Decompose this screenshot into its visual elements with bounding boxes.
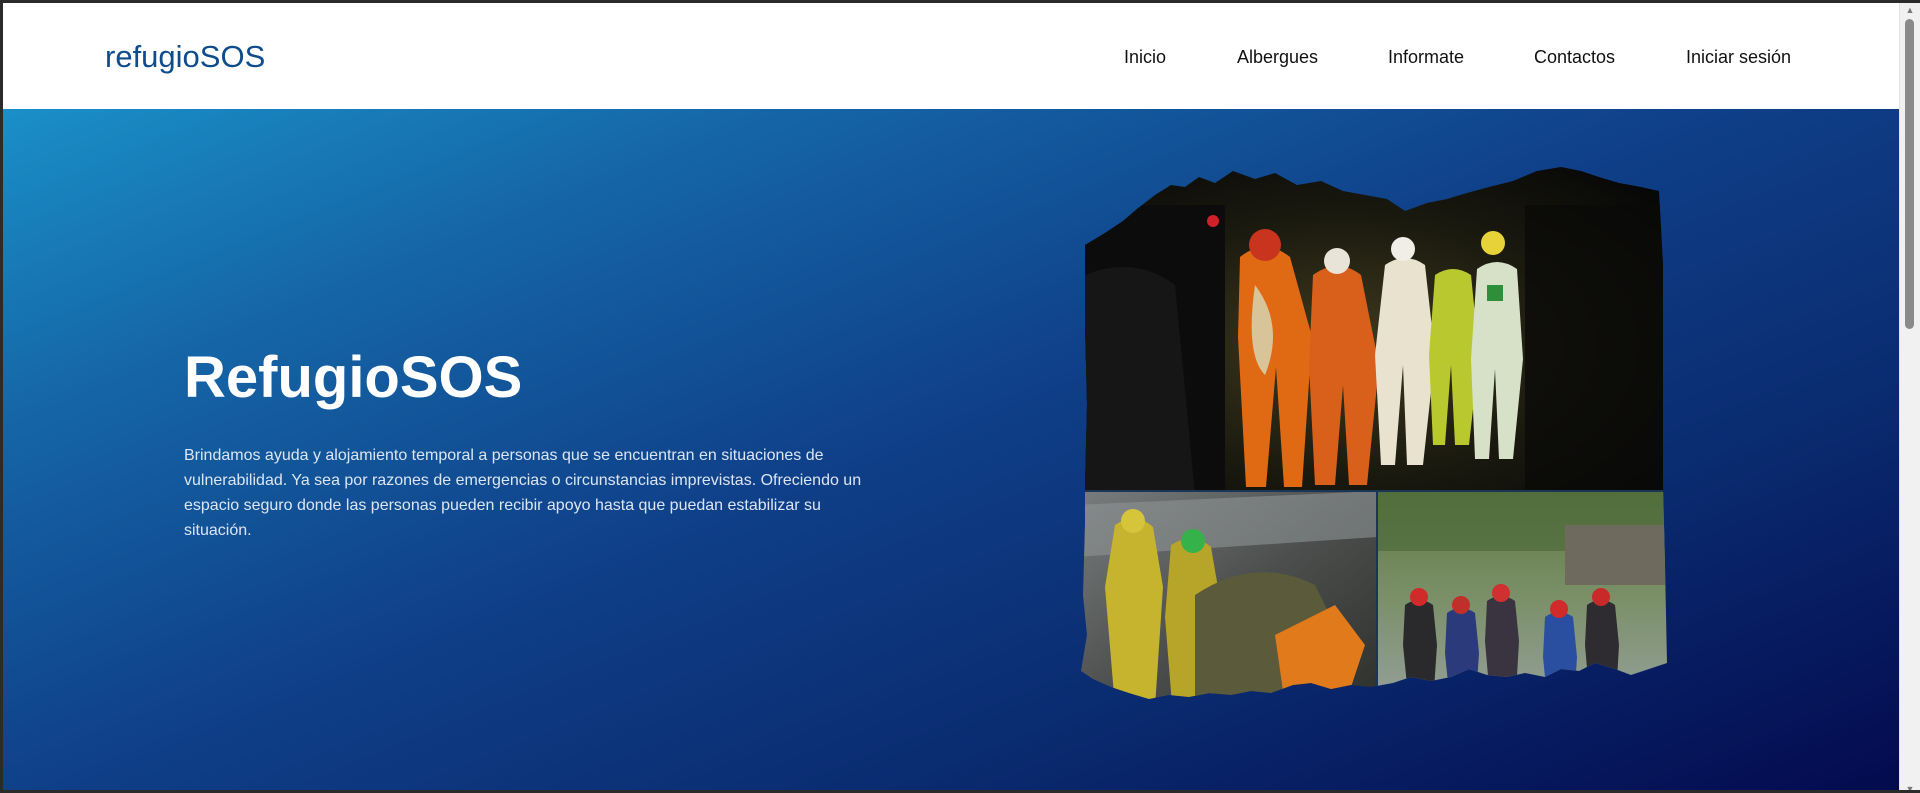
nav-link-albergues[interactable]: Albergues bbox=[1237, 47, 1318, 68]
browser-window: refugioSOS Inicio Albergues Informate Co… bbox=[0, 0, 1920, 793]
nav-link-contactos[interactable]: Contactos bbox=[1534, 47, 1615, 68]
rescue-team-photo bbox=[1377, 491, 1667, 699]
nav-link-iniciar-sesion[interactable]: Iniciar sesión bbox=[1686, 47, 1791, 68]
navbar: refugioSOS Inicio Albergues Informate Co… bbox=[3, 3, 1903, 109]
scroll-down-icon[interactable]: ▼ bbox=[1900, 782, 1920, 790]
nav-link-inicio[interactable]: Inicio bbox=[1124, 47, 1166, 68]
collage-graphic bbox=[1081, 167, 1667, 699]
rescue-photo-collage bbox=[1075, 165, 1671, 723]
collage-clip bbox=[1081, 167, 1667, 699]
scroll-up-icon[interactable]: ▲ bbox=[1900, 3, 1920, 17]
hero-title: RefugioSOS bbox=[184, 345, 523, 410]
rescue-rubble-photo bbox=[1081, 491, 1377, 699]
rescue-night-photo bbox=[1081, 167, 1667, 495]
nav-link-informate[interactable]: Informate bbox=[1388, 47, 1464, 68]
page-scrollbar[interactable]: ▲ ▼ bbox=[1899, 3, 1920, 790]
nav-links: Inicio Albergues Informate Contactos Ini… bbox=[3, 47, 1903, 71]
hero-section: RefugioSOS Brindamos ayuda y alojamiento… bbox=[3, 109, 1903, 790]
hero-description: Brindamos ayuda y alojamiento temporal a… bbox=[184, 447, 862, 539]
scrollbar-thumb[interactable] bbox=[1905, 19, 1914, 329]
